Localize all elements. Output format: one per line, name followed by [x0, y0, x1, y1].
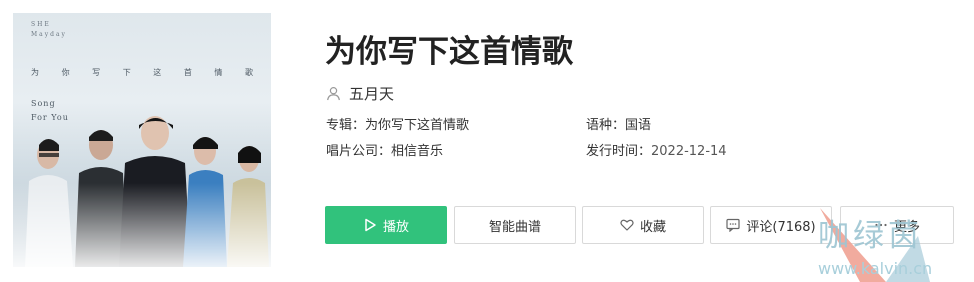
favorite-label: 收藏: [639, 219, 666, 235]
song-title: 为你写下这首情歌: [325, 34, 573, 70]
comment-icon: [726, 218, 740, 232]
smart-sheet-label: 智能曲谱: [488, 219, 541, 235]
company-value: 相信音乐: [391, 144, 444, 159]
company-info: 唱片公司：相信音乐: [326, 143, 443, 161]
language-value: 国语: [625, 118, 652, 133]
language-label: 语种：: [586, 118, 626, 133]
release-date: 2022-12-14: [651, 144, 727, 159]
watermark-url: www.kalvin.cn: [818, 259, 933, 278]
singer-name[interactable]: 五月天: [349, 83, 394, 104]
cover-title-text: 为 你 写 下 这 首 情 歌: [31, 68, 253, 77]
watermark-text: 咖绿茵: [818, 218, 923, 254]
play-icon: [365, 218, 376, 232]
person-icon: [327, 86, 340, 100]
play-button[interactable]: 播放: [325, 206, 447, 244]
cover-artist-text: SHE Mayday: [31, 21, 67, 38]
heart-icon: [620, 219, 634, 231]
favorite-button[interactable]: 收藏: [582, 206, 704, 244]
smart-sheet-button[interactable]: 智能曲谱: [454, 206, 576, 244]
singer-link[interactable]: 五月天: [326, 82, 394, 104]
release-label: 发行时间：: [586, 144, 652, 159]
play-label: 播放: [382, 219, 409, 235]
album-label: 专辑：: [326, 118, 366, 133]
album-cover[interactable]: SHE Mayday 为 你 写 下 这 首 情 歌 Song For You: [13, 13, 271, 267]
company-label: 唱片公司：: [326, 144, 392, 159]
cover-song-text: Song For You: [31, 99, 69, 122]
language-info: 语种：国语: [586, 117, 651, 135]
album-link[interactable]: 为你写下这首情歌: [365, 118, 469, 133]
release-info: 发行时间：2022-12-14: [586, 143, 727, 161]
cover-artwork: [13, 116, 271, 267]
album-info: 专辑：为你写下这首情歌: [326, 117, 469, 135]
